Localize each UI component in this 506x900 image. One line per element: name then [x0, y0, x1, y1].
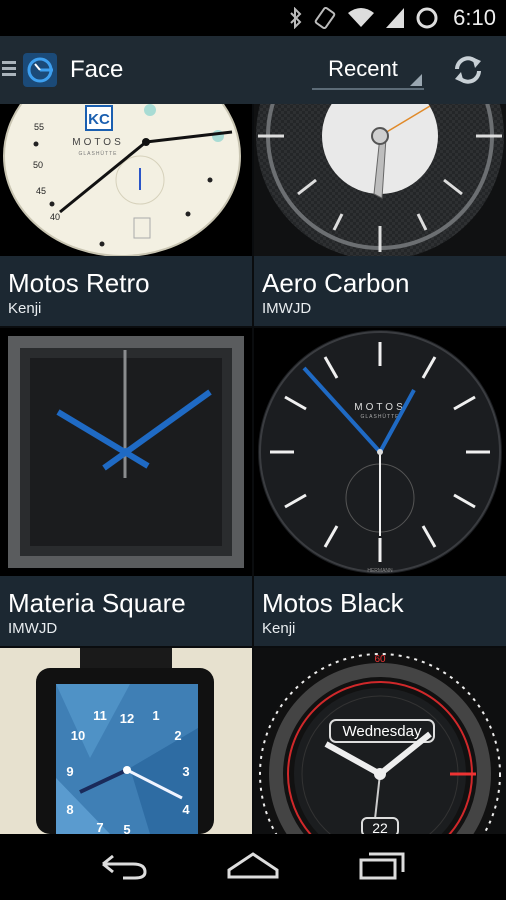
- face-author: IMWJD: [8, 620, 58, 637]
- refresh-icon: [455, 56, 481, 84]
- face-author: Kenji: [262, 620, 296, 637]
- dial-number: 40: [50, 212, 60, 222]
- action-bar: Face Recent: [0, 36, 506, 104]
- dial-subbrand: GLASHÜTTE: [78, 150, 117, 157]
- dial-number: 12: [120, 711, 134, 726]
- face-name: Motos Retro: [8, 268, 150, 298]
- face-name: Aero Carbon: [262, 268, 410, 298]
- dial-number: 55: [34, 122, 44, 132]
- dial-number: 2: [174, 728, 181, 743]
- face-thumbnail: KC MOTOS GLASHÜTTE 55 50 45 40: [0, 104, 252, 256]
- face-caption: Motos Retro Kenji: [0, 256, 252, 326]
- recents-button[interactable]: [357, 850, 407, 885]
- face-caption: Motos Black Kenji: [254, 576, 506, 646]
- face-author: Kenji: [8, 300, 42, 317]
- home-button[interactable]: [226, 850, 280, 885]
- face-name: Motos Black: [262, 588, 404, 618]
- dropdown-triangle-icon: [410, 74, 422, 86]
- app-title: Face: [70, 56, 124, 83]
- menu-up-icon[interactable]: [2, 58, 18, 83]
- back-icon: [101, 854, 147, 879]
- recents-icon: [359, 852, 405, 879]
- face-card-materia-square[interactable]: Materia Square IMWJD: [0, 328, 252, 646]
- dial-number: 10: [71, 728, 85, 743]
- face-thumbnail: [0, 328, 252, 576]
- face-name: Materia Square: [8, 588, 186, 618]
- dial-subbrand: GLASHÜTTE: [360, 413, 399, 420]
- face-thumbnail: [254, 104, 506, 256]
- dial-number: 8: [66, 802, 73, 817]
- date-label: 22: [372, 820, 388, 834]
- face-thumbnail: 60 Wednesday 22: [254, 648, 506, 834]
- face-thumbnail: 11 12 1 10 2 9 3 8 4 7 5: [0, 648, 252, 834]
- dial-number: 9: [66, 764, 73, 779]
- bluetooth-icon: [289, 7, 303, 29]
- face-caption: Aero Carbon IMWJD: [254, 256, 506, 326]
- back-button[interactable]: [99, 850, 149, 885]
- face-card-photo-watch[interactable]: 11 12 1 10 2 9 3 8 4 7 5: [0, 648, 252, 834]
- face-thumbnail: MOTOS GLASHÜTTE HERMANN: [254, 328, 506, 576]
- signal-icon: [385, 7, 405, 29]
- day-label: Wednesday: [343, 723, 422, 740]
- face-card-aero-carbon[interactable]: Aero Carbon IMWJD: [254, 104, 506, 326]
- face-card-ring-watch[interactable]: 60 Wednesday 22: [254, 648, 506, 834]
- sort-spinner[interactable]: Recent: [312, 50, 424, 90]
- app-logo-icon[interactable]: [22, 52, 58, 88]
- watch-face-grid: KC MOTOS GLASHÜTTE 55 50 45 40 Motos Ret…: [0, 104, 506, 834]
- status-bar: 6:10: [0, 0, 506, 36]
- dial-brand: MOTOS: [354, 402, 405, 413]
- dial-number: 4: [182, 802, 190, 817]
- dial-number: 11: [93, 708, 107, 723]
- dial-number: 5: [123, 822, 130, 834]
- face-card-motos-black[interactable]: MOTOS GLASHÜTTE HERMANN Motos Black Kenj…: [254, 328, 506, 646]
- wifi-icon: [347, 7, 375, 29]
- home-icon: [227, 851, 279, 878]
- face-author: IMWJD: [262, 300, 312, 317]
- dial-footer: HERMANN: [367, 568, 393, 574]
- dial-number: 3: [182, 764, 189, 779]
- dial-number: 1: [152, 708, 159, 723]
- dial-number: 7: [96, 820, 103, 834]
- dial-number: 45: [36, 186, 46, 196]
- sync-circle-icon: [415, 6, 439, 30]
- face-caption: Materia Square IMWJD: [0, 576, 252, 646]
- face-card-motos-retro[interactable]: KC MOTOS GLASHÜTTE 55 50 45 40 Motos Ret…: [0, 104, 252, 326]
- ring-top-label: 60: [374, 654, 386, 665]
- dial-brand: MOTOS: [72, 137, 123, 148]
- navigation-bar: [0, 834, 506, 900]
- status-time: 6:10: [453, 5, 496, 30]
- sort-spinner-label: Recent: [328, 56, 398, 81]
- dial-number: 50: [33, 160, 43, 170]
- refresh-button[interactable]: [446, 48, 490, 92]
- vibrate-icon: [313, 6, 337, 30]
- dial-badge: KC: [88, 111, 110, 128]
